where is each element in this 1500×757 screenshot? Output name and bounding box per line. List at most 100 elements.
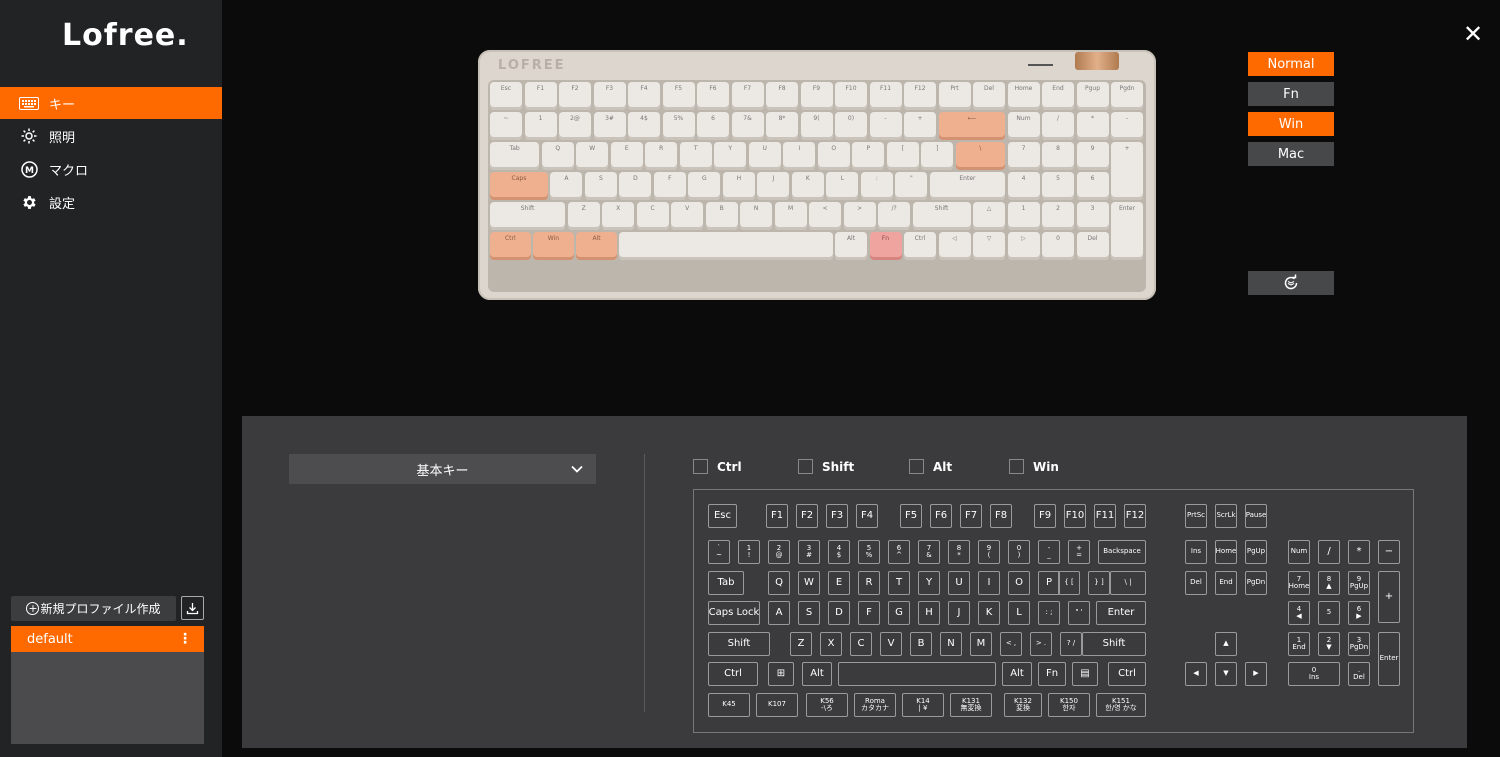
virtual-key[interactable]: Fn — [1038, 662, 1066, 686]
preview-key[interactable]: G — [688, 172, 721, 200]
preview-key[interactable]: Num — [1007, 112, 1040, 140]
preview-key[interactable]: Ctrl — [904, 232, 936, 260]
nav-item-settings[interactable]: 設定 — [0, 186, 222, 218]
virtual-key[interactable]: 1 End — [1288, 632, 1310, 656]
import-profile-button[interactable] — [181, 596, 204, 620]
virtual-key[interactable]: 6 ▶ — [1348, 601, 1370, 625]
key-type-select[interactable]: 基本キー — [289, 454, 596, 484]
virtual-key[interactable]: W — [798, 571, 820, 595]
preview-key[interactable]: 6 — [1076, 172, 1109, 200]
mode-win-button[interactable]: Win — [1248, 112, 1334, 136]
preview-key[interactable]: S — [584, 172, 617, 200]
virtual-key[interactable]: Ctrl — [708, 662, 758, 686]
preview-key[interactable]: L — [826, 172, 859, 200]
preview-key[interactable]: ▷ — [1007, 232, 1040, 260]
virtual-key[interactable]: U — [948, 571, 970, 595]
preview-key[interactable]: A — [550, 172, 583, 200]
preview-key[interactable]: Alt — [576, 232, 617, 260]
virtual-key[interactable]: I — [978, 571, 1000, 595]
preview-key[interactable]: W — [576, 142, 609, 170]
virtual-key[interactable]: Enter — [1378, 632, 1400, 686]
modifier-shift-checkbox[interactable]: Shift — [798, 459, 854, 474]
virtual-key[interactable]: Esc — [708, 504, 737, 528]
virtual-key[interactable]: V — [880, 632, 902, 656]
virtual-key[interactable]: 6 ^ — [888, 540, 910, 564]
virtual-key[interactable]: S — [798, 601, 820, 625]
virtual-key[interactable]: J — [948, 601, 970, 625]
virtual-key[interactable]: Caps Lock — [708, 601, 760, 625]
menu-key[interactable]: ▤ — [1072, 662, 1098, 686]
virtual-key[interactable]: 9( — [978, 540, 1000, 564]
preview-key[interactable]: 0 — [1042, 232, 1074, 260]
virtual-key[interactable]: O — [1008, 571, 1030, 595]
virtual-key[interactable]: F4 — [856, 504, 878, 528]
virtual-key[interactable]: Shift — [1082, 632, 1146, 656]
virtual-key[interactable]: B — [910, 632, 932, 656]
preview-key[interactable]: O — [817, 142, 850, 170]
preview-key[interactable]: + — [904, 112, 936, 140]
preview-key[interactable]: I — [783, 142, 816, 170]
preview-key[interactable]: 4 — [1007, 172, 1040, 200]
arrow-down-key[interactable]: ▼ — [1215, 662, 1237, 686]
spacebar-key[interactable] — [838, 662, 996, 686]
virtual-key[interactable]: . Del — [1348, 662, 1370, 686]
preview-key[interactable]: F2 — [559, 82, 591, 110]
mode-mac-button[interactable]: Mac — [1248, 142, 1334, 166]
virtual-key[interactable]: ? / — [1060, 632, 1082, 656]
virtual-key[interactable]: G — [888, 601, 910, 625]
virtual-key[interactable]: Y — [918, 571, 940, 595]
virtual-key[interactable]: Z — [790, 632, 812, 656]
virtual-key[interactable]: F7 — [960, 504, 982, 528]
preview-key[interactable]: 1 — [1007, 202, 1040, 230]
reset-button[interactable] — [1248, 271, 1334, 295]
virtual-key[interactable]: Home — [1215, 540, 1237, 564]
preview-key[interactable]: N — [740, 202, 773, 230]
virtual-key[interactable]: K45 — [708, 693, 750, 717]
modifier-alt-checkbox[interactable]: Alt — [909, 459, 952, 474]
nav-item-keys[interactable]: キー — [0, 87, 222, 119]
preview-key[interactable]: E — [610, 142, 643, 170]
virtual-key[interactable]: X — [820, 632, 842, 656]
preview-key[interactable]: Pgup — [1076, 82, 1109, 110]
preview-key[interactable]: ◁ — [938, 232, 971, 260]
virtual-key[interactable]: 5% — [858, 540, 880, 564]
preview-key[interactable]: 8 — [1042, 142, 1074, 170]
modifier-ctrl-checkbox[interactable]: Ctrl — [693, 459, 742, 474]
preview-key[interactable]: H — [722, 172, 755, 200]
preview-key[interactable]: F6 — [697, 82, 729, 110]
preview-key[interactable]: - — [869, 112, 902, 140]
preview-key[interactable]: Enter — [929, 172, 1005, 200]
preview-key[interactable]: F8 — [766, 82, 798, 110]
preview-key[interactable]: F7 — [731, 82, 764, 110]
virtual-key[interactable]: N — [940, 632, 962, 656]
virtual-key[interactable]: K14 | ¥ — [902, 693, 944, 717]
virtual-key[interactable]: F3 — [826, 504, 848, 528]
virtual-key[interactable]: P — [1038, 571, 1060, 595]
virtual-key[interactable]: 2 @ — [768, 540, 790, 564]
preview-key[interactable]: R — [645, 142, 678, 170]
virtual-key[interactable]: / — [1318, 540, 1340, 564]
preview-key[interactable]: Home — [1007, 82, 1040, 110]
close-button[interactable]: ✕ — [1463, 22, 1483, 46]
preview-key[interactable]: F3 — [593, 82, 626, 110]
virtual-key[interactable]: \ | — [1110, 571, 1146, 595]
virtual-key[interactable]: F11 — [1094, 504, 1116, 528]
preview-key[interactable]: U — [748, 142, 781, 170]
virtual-key[interactable]: F9 — [1034, 504, 1056, 528]
virtual-key[interactable]: F8 — [990, 504, 1012, 528]
windows-key[interactable]: ⊞ — [768, 662, 794, 686]
preview-key[interactable]: Z — [567, 202, 600, 230]
virtual-key[interactable]: Alt — [802, 662, 832, 686]
preview-key[interactable]: 1 — [524, 112, 557, 140]
preview-key[interactable]: F — [653, 172, 686, 200]
virtual-key[interactable]: Backspace — [1098, 540, 1146, 564]
virtual-key[interactable]: E — [828, 571, 850, 595]
preview-key[interactable]: ▽ — [973, 232, 1005, 260]
virtual-key[interactable]: Q — [768, 571, 790, 595]
arrow-right-key[interactable]: ▶ — [1245, 662, 1267, 686]
virtual-key[interactable]: PgUp — [1245, 540, 1267, 564]
preview-key[interactable]: /? — [878, 202, 911, 230]
virtual-key[interactable]: > . — [1030, 632, 1052, 656]
modifier-win-checkbox[interactable]: Win — [1009, 459, 1059, 474]
virtual-key[interactable]: F2 — [796, 504, 818, 528]
